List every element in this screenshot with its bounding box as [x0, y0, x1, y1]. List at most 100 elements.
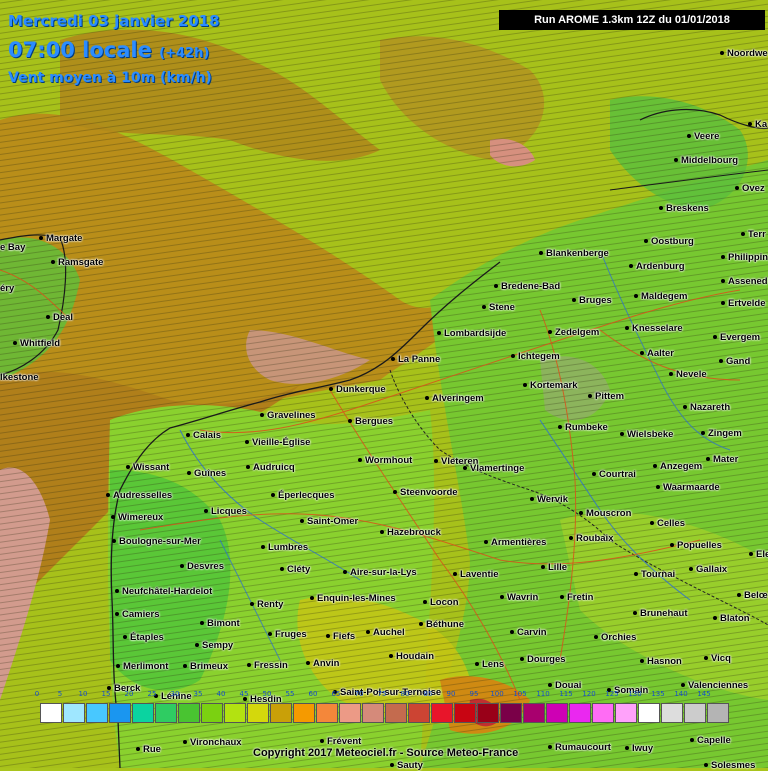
city-label: Wavrin	[499, 592, 539, 603]
city-label: Renty	[249, 599, 284, 610]
legend-swatch	[132, 703, 154, 723]
city-label: Lombardsijde	[436, 328, 507, 339]
city-label: Margate	[38, 233, 83, 244]
legend-tick-label: 80	[400, 690, 410, 698]
city-label: Maldegem	[633, 291, 688, 302]
city-label: Assened	[721, 276, 768, 287]
city-label: Roubaix	[568, 533, 614, 544]
city-label: Lille	[540, 562, 568, 573]
city-label: Bredene-Bad	[493, 281, 561, 292]
legend-tick-label: 30	[170, 690, 180, 698]
legend-tick-label: 0	[34, 690, 40, 698]
city-label: Vieille-Église	[244, 437, 311, 448]
legend-tick-label: 25	[147, 690, 157, 698]
forecast-date: Mercredi 03 janvier 2018	[8, 12, 220, 30]
city-label: Blaton	[713, 613, 750, 624]
city-label: Aire-sur-la-Lys	[343, 567, 417, 578]
city-label: Zedelgem	[547, 327, 600, 338]
city-label: Solesmes	[703, 760, 756, 771]
city-label: Rue	[136, 744, 161, 755]
city-label: Boulogne-sur-Mer	[112, 536, 201, 547]
legend-tick-label: 125	[605, 690, 619, 698]
legend-tick-label: 60	[308, 690, 318, 698]
city-label: Mouscron	[578, 508, 632, 519]
city-label: Blankenberge	[539, 248, 609, 259]
legend-tick-label: 110	[536, 690, 550, 698]
legend-swatch	[661, 703, 683, 723]
city-label: Ardenburg	[629, 261, 685, 272]
city-label: Noordwe	[720, 48, 768, 59]
legend-swatch	[707, 703, 729, 723]
city-label: Gand	[718, 356, 751, 367]
city-label: Ramsgate	[50, 257, 104, 268]
city-label: Middelbourg	[674, 155, 738, 166]
legend-tick-label: 90	[446, 690, 456, 698]
run-label: Run AROME 1.3km 12Z du 01/01/2018	[499, 10, 765, 30]
city-label: Étaples	[123, 632, 164, 643]
city-label: Vicq	[704, 653, 731, 664]
city-label: Terr	[741, 229, 766, 240]
city-label: Pittem	[587, 391, 625, 402]
city-label: Béthune	[419, 619, 464, 630]
city-label: Kortemark	[523, 380, 578, 391]
city-label: Breskens	[659, 203, 709, 214]
legend-tick-label: 140	[674, 690, 688, 698]
legend-tick-label: 20	[124, 690, 134, 698]
city-label: Vironchaux	[183, 737, 242, 748]
city-label: Alveringem	[425, 393, 484, 404]
legend-tick-label: 130	[628, 690, 642, 698]
city-label: La Panne	[390, 354, 441, 365]
city-label: Auchel	[366, 627, 405, 638]
legend-tick-label: 75	[377, 690, 387, 698]
legend-swatch	[546, 703, 568, 723]
legend-tick-label: 135	[651, 690, 665, 698]
city-label: Fiefs	[325, 631, 356, 642]
legend-swatch	[569, 703, 591, 723]
city-label: éry	[0, 283, 15, 294]
legend-swatch	[224, 703, 246, 723]
city-label: Stene	[482, 302, 515, 313]
legend-tick-label: 50	[262, 690, 272, 698]
city-label: Licques	[204, 506, 247, 517]
legend-swatch	[431, 703, 453, 723]
city-label: Ovez	[735, 183, 765, 194]
legend-swatch	[362, 703, 384, 723]
legend-swatch	[86, 703, 108, 723]
legend-tick-label: 100	[490, 690, 504, 698]
city-label: Aalter	[640, 348, 674, 359]
city-label: Rumbeke	[558, 422, 608, 433]
city-label: Orchies	[593, 632, 637, 643]
legend-tick-label: 35	[193, 690, 203, 698]
city-label: Mater	[705, 454, 739, 465]
forecast-time-label: 07:00 locale	[8, 38, 152, 62]
city-label: Oostburg	[644, 236, 694, 247]
city-label: Gallaix	[688, 564, 728, 575]
city-label: Wissant	[125, 462, 170, 473]
legend-swatch	[500, 703, 522, 723]
city-label: Brunehaut	[633, 608, 688, 619]
copyright-text: Copyright 2017 Meteociel.fr - Source Met…	[253, 747, 519, 759]
legend-tick-label: 5	[57, 690, 63, 698]
legend-swatch	[523, 703, 545, 723]
city-label: Laventie	[453, 569, 499, 580]
city-label: Dourges	[520, 654, 566, 665]
city-label: Vlamertinge	[462, 463, 525, 474]
city-label: Anvin	[305, 658, 340, 669]
legend-swatch	[592, 703, 614, 723]
city-label: Neufchâtel-Hardelot	[114, 586, 213, 597]
legend-tick-label: 55	[285, 690, 295, 698]
city-label: Audruicq	[246, 462, 295, 473]
city-label: Ka	[747, 119, 768, 130]
city-label: Popuelles	[670, 540, 722, 551]
city-label: Armentières	[483, 537, 547, 548]
city-label: Dunkerque	[329, 384, 386, 395]
city-label: Sauty	[390, 760, 423, 771]
legend-tick-label: 120	[582, 690, 596, 698]
city-label: Ele	[748, 549, 768, 560]
city-label: Celles	[650, 518, 685, 529]
city-label: lkestone	[0, 372, 39, 383]
city-label: Lumbres	[260, 542, 309, 553]
city-label: Houdain	[389, 651, 434, 662]
legend-swatch	[684, 703, 706, 723]
city-label: Bergues	[347, 416, 394, 427]
